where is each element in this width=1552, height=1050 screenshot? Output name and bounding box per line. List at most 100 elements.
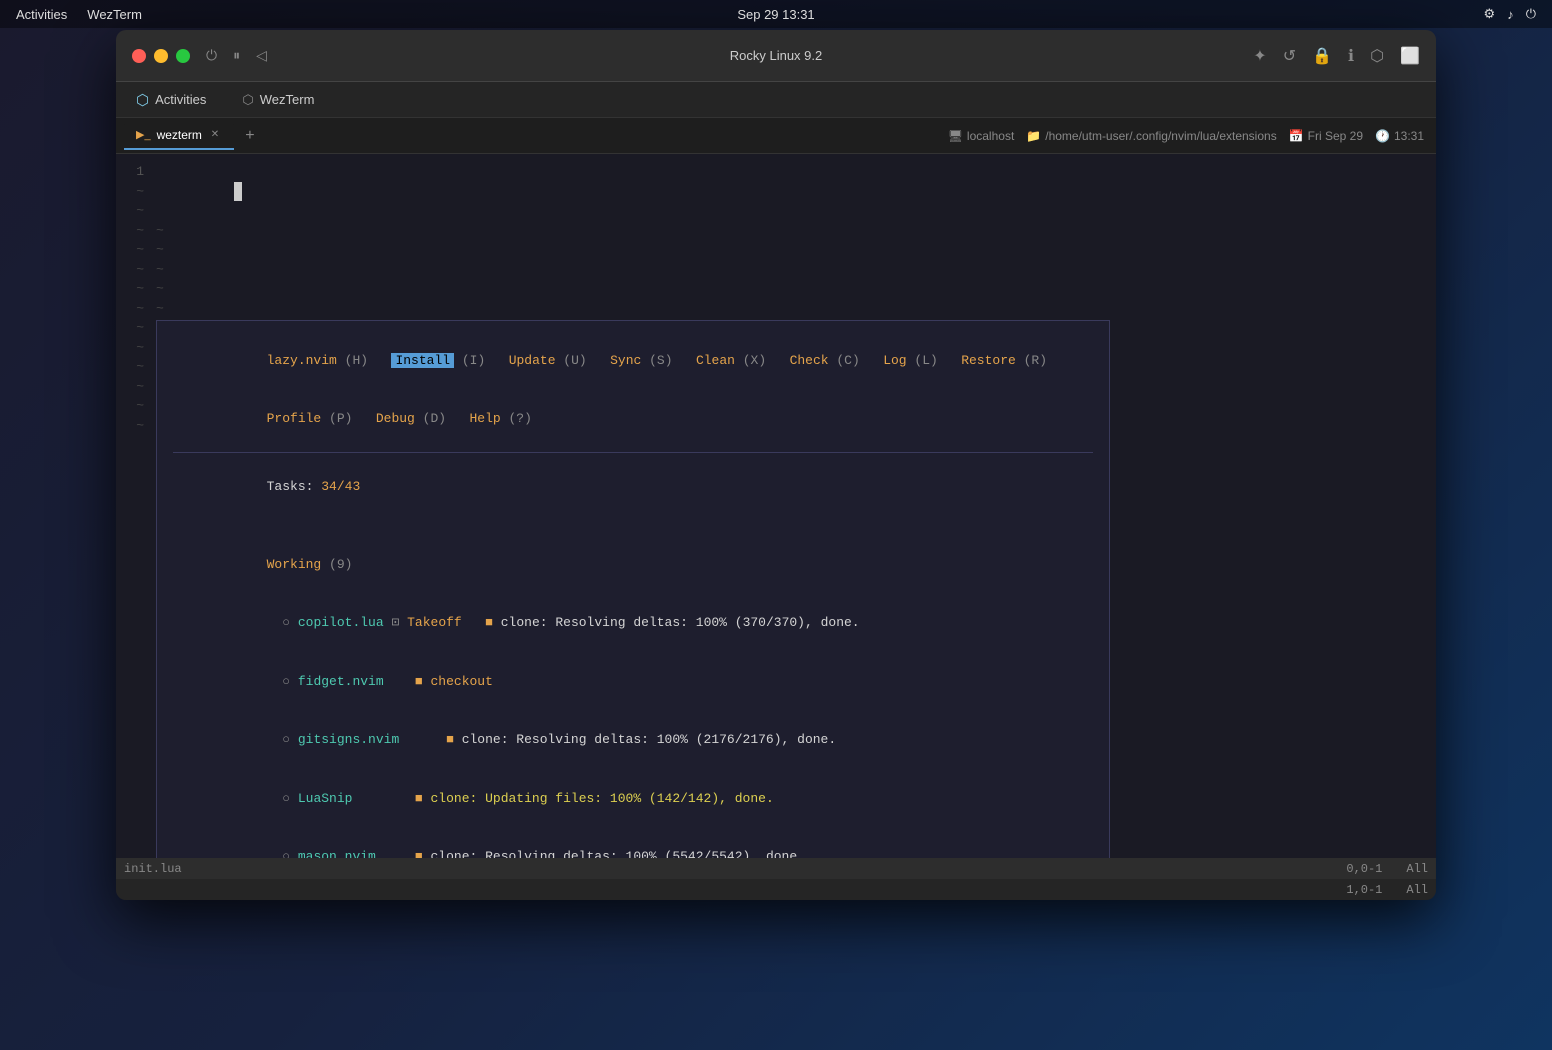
pause-icon[interactable]: ⏸ bbox=[233, 47, 240, 64]
power-icon[interactable]: ⏻ bbox=[206, 47, 217, 64]
restore-label[interactable]: Restore bbox=[961, 353, 1016, 368]
scroll-label-2: All bbox=[1406, 883, 1428, 897]
line-num-tilde2: ~ bbox=[116, 201, 144, 221]
activities-label[interactable]: Activities bbox=[16, 7, 67, 22]
log-label[interactable]: Log bbox=[883, 353, 906, 368]
empty-line-1 bbox=[173, 516, 1093, 536]
status-bar-right1: 0,0-1 All bbox=[1346, 862, 1428, 876]
scroll-label-1: All bbox=[1406, 862, 1428, 876]
network-icon: ⚙ bbox=[1484, 6, 1496, 22]
line-num-tilde7: ~ bbox=[116, 299, 144, 319]
wezterm-activity-button[interactable]: ⬡ WezTerm bbox=[234, 88, 322, 112]
sys-bar-left: Activities WezTerm bbox=[16, 7, 142, 22]
position-label-1: 0,0-1 bbox=[1346, 862, 1382, 876]
desktop: Activities WezTerm Sep 29 13:31 ⚙ ♪ ⏻ ⏻ … bbox=[0, 0, 1552, 1050]
minimize-button[interactable] bbox=[154, 49, 168, 63]
clock-icon: 🕐 bbox=[1375, 129, 1390, 143]
line-num-tilde12: ~ bbox=[116, 396, 144, 416]
tasks-line: Tasks: 34/43 bbox=[173, 457, 1093, 516]
lazyvim-title: lazy.nvim bbox=[267, 353, 345, 368]
lazyvim-help-shortcut: (H) bbox=[345, 353, 392, 368]
maximize-button[interactable] bbox=[176, 49, 190, 63]
sync-label[interactable]: Sync bbox=[610, 353, 641, 368]
terminal[interactable]: 1 ~ ~ ~ ~ ~ ~ ~ ~ ~ ~ ~ ~ ~ bbox=[116, 154, 1436, 900]
tab-close-button[interactable]: ✕ bbox=[208, 128, 222, 142]
plus-icon: + bbox=[245, 127, 254, 145]
help-label[interactable]: Help bbox=[469, 411, 500, 426]
plugin-copilot-lua: ○ copilot.lua ⊡ Takeoff ■ clone: Resolvi… bbox=[173, 594, 1093, 653]
power-icon: ⏻ bbox=[1526, 6, 1536, 22]
profile-label[interactable]: Profile bbox=[267, 411, 322, 426]
system-bar: Activities WezTerm Sep 29 13:31 ⚙ ♪ ⏻ bbox=[0, 0, 1552, 28]
new-tab-button[interactable]: + bbox=[238, 124, 262, 148]
sys-bar-right: ⚙ ♪ ⏻ bbox=[1484, 6, 1536, 22]
main-window: ⏻ ⏸ ◁ Rocky Linux 9.2 ✦ ↺ 🔒 ℹ ⬡ ⬜ ⬡ Acti… bbox=[116, 30, 1436, 900]
status-bar-line2: 1,0-1 All bbox=[116, 879, 1436, 900]
status-bar-line1: init.lua 0,0-1 All bbox=[116, 858, 1436, 879]
debug-label[interactable]: Debug bbox=[376, 411, 415, 426]
wezterm-app-label[interactable]: WezTerm bbox=[87, 7, 142, 22]
expand-icon[interactable]: ⬜ bbox=[1400, 46, 1420, 66]
path-label: /home/utm-user/.config/nvim/lua/extensio… bbox=[1045, 129, 1276, 143]
line-num-tilde10: ~ bbox=[116, 357, 144, 377]
cursor-line bbox=[156, 162, 1428, 221]
close-button[interactable] bbox=[132, 49, 146, 63]
date-label: Fri Sep 29 bbox=[1308, 129, 1363, 143]
activities-text: Activities bbox=[155, 92, 206, 107]
update-label[interactable]: Update bbox=[509, 353, 556, 368]
time-info: 🕐 13:31 bbox=[1375, 129, 1424, 143]
position-label-2: 1,0-1 bbox=[1346, 883, 1382, 897]
line-num-tilde8: ~ bbox=[116, 318, 144, 338]
audio-icon: ♪ bbox=[1507, 7, 1514, 22]
activities-button[interactable]: ⬡ Activities bbox=[128, 87, 214, 113]
path-info: 📁 /home/utm-user/.config/nvim/lua/extens… bbox=[1026, 129, 1276, 143]
line-num-tilde9: ~ bbox=[116, 338, 144, 358]
filename-label: init.lua bbox=[124, 862, 182, 876]
window-title: Rocky Linux 9.2 bbox=[730, 48, 823, 63]
time-label: 13:31 bbox=[1394, 129, 1424, 143]
tab-icon: ▶_ bbox=[136, 128, 151, 141]
title-bar-controls: ⏻ ⏸ ◁ bbox=[206, 47, 267, 64]
activity-bar: ⬡ Activities ⬡ WezTerm bbox=[116, 82, 1436, 118]
line-num-tilde3: ~ bbox=[116, 221, 144, 241]
tilde-line-3: ~ bbox=[156, 260, 1428, 280]
line-num-tilde4: ~ bbox=[116, 240, 144, 260]
calendar-icon: 📅 bbox=[1289, 129, 1304, 143]
share-icon[interactable]: ⬡ bbox=[1370, 46, 1384, 66]
line-num-1: 1 bbox=[116, 162, 144, 182]
sys-bar-center: Sep 29 13:31 bbox=[737, 7, 814, 22]
check-label[interactable]: Check bbox=[790, 353, 829, 368]
refresh-icon[interactable]: ↺ bbox=[1283, 46, 1296, 66]
clean-label[interactable]: Clean bbox=[696, 353, 735, 368]
wezterm-icon: ⬡ bbox=[242, 92, 253, 108]
tasks-value: 34/43 bbox=[321, 479, 360, 494]
brightness-icon[interactable]: ✦ bbox=[1253, 46, 1266, 66]
date-info: 📅 Fri Sep 29 bbox=[1289, 129, 1363, 143]
folder-icon: 📁 bbox=[1026, 129, 1041, 143]
plugin-luasnip: ○ LuaSnip ■ clone: Updating files: 100% … bbox=[173, 769, 1093, 828]
line-numbers: 1 ~ ~ ~ ~ ~ ~ ~ ~ ~ ~ ~ ~ ~ bbox=[116, 154, 156, 900]
wezterm-tab[interactable]: ▶_ wezterm ✕ bbox=[124, 122, 234, 150]
traffic-lights bbox=[132, 49, 190, 63]
tilde-line-1: ~ bbox=[156, 221, 1428, 241]
line-num-tilde13: ~ bbox=[116, 416, 144, 436]
status-bar-right2: 1,0-1 All bbox=[1346, 883, 1428, 897]
tilde-line-2: ~ bbox=[156, 240, 1428, 260]
plugin-fidget-nvim: ○ fidget.nvim ■ checkout bbox=[173, 652, 1093, 711]
activities-icon: ⬡ bbox=[136, 91, 149, 109]
title-bar-right-icons: ✦ ↺ 🔒 ℹ ⬡ ⬜ bbox=[1253, 46, 1420, 66]
vim-status-bar: init.lua 0,0-1 All 1,0-1 All bbox=[116, 858, 1436, 900]
title-bar: ⏻ ⏸ ◁ Rocky Linux 9.2 ✦ ↺ 🔒 ℹ ⬡ ⬜ bbox=[116, 30, 1436, 82]
wezterm-activity-text: WezTerm bbox=[260, 92, 315, 107]
lazy-panel: lazy.nvim (H) Install (I) Update (U) Syn… bbox=[156, 320, 1110, 900]
monitor-icon: 🖥 bbox=[948, 129, 963, 143]
lock-icon[interactable]: 🔒 bbox=[1312, 46, 1332, 66]
back-icon[interactable]: ◁ bbox=[256, 47, 267, 64]
tab-label: wezterm bbox=[157, 128, 202, 142]
tilde-line-4: ~ bbox=[156, 279, 1428, 299]
install-button[interactable]: Install bbox=[391, 353, 454, 368]
line-num-tilde11: ~ bbox=[116, 377, 144, 397]
separator bbox=[173, 452, 1093, 453]
info-icon[interactable]: ℹ bbox=[1348, 46, 1354, 66]
tab-bar-info: 🖥 localhost 📁 /home/utm-user/.config/nvi… bbox=[948, 129, 1424, 143]
